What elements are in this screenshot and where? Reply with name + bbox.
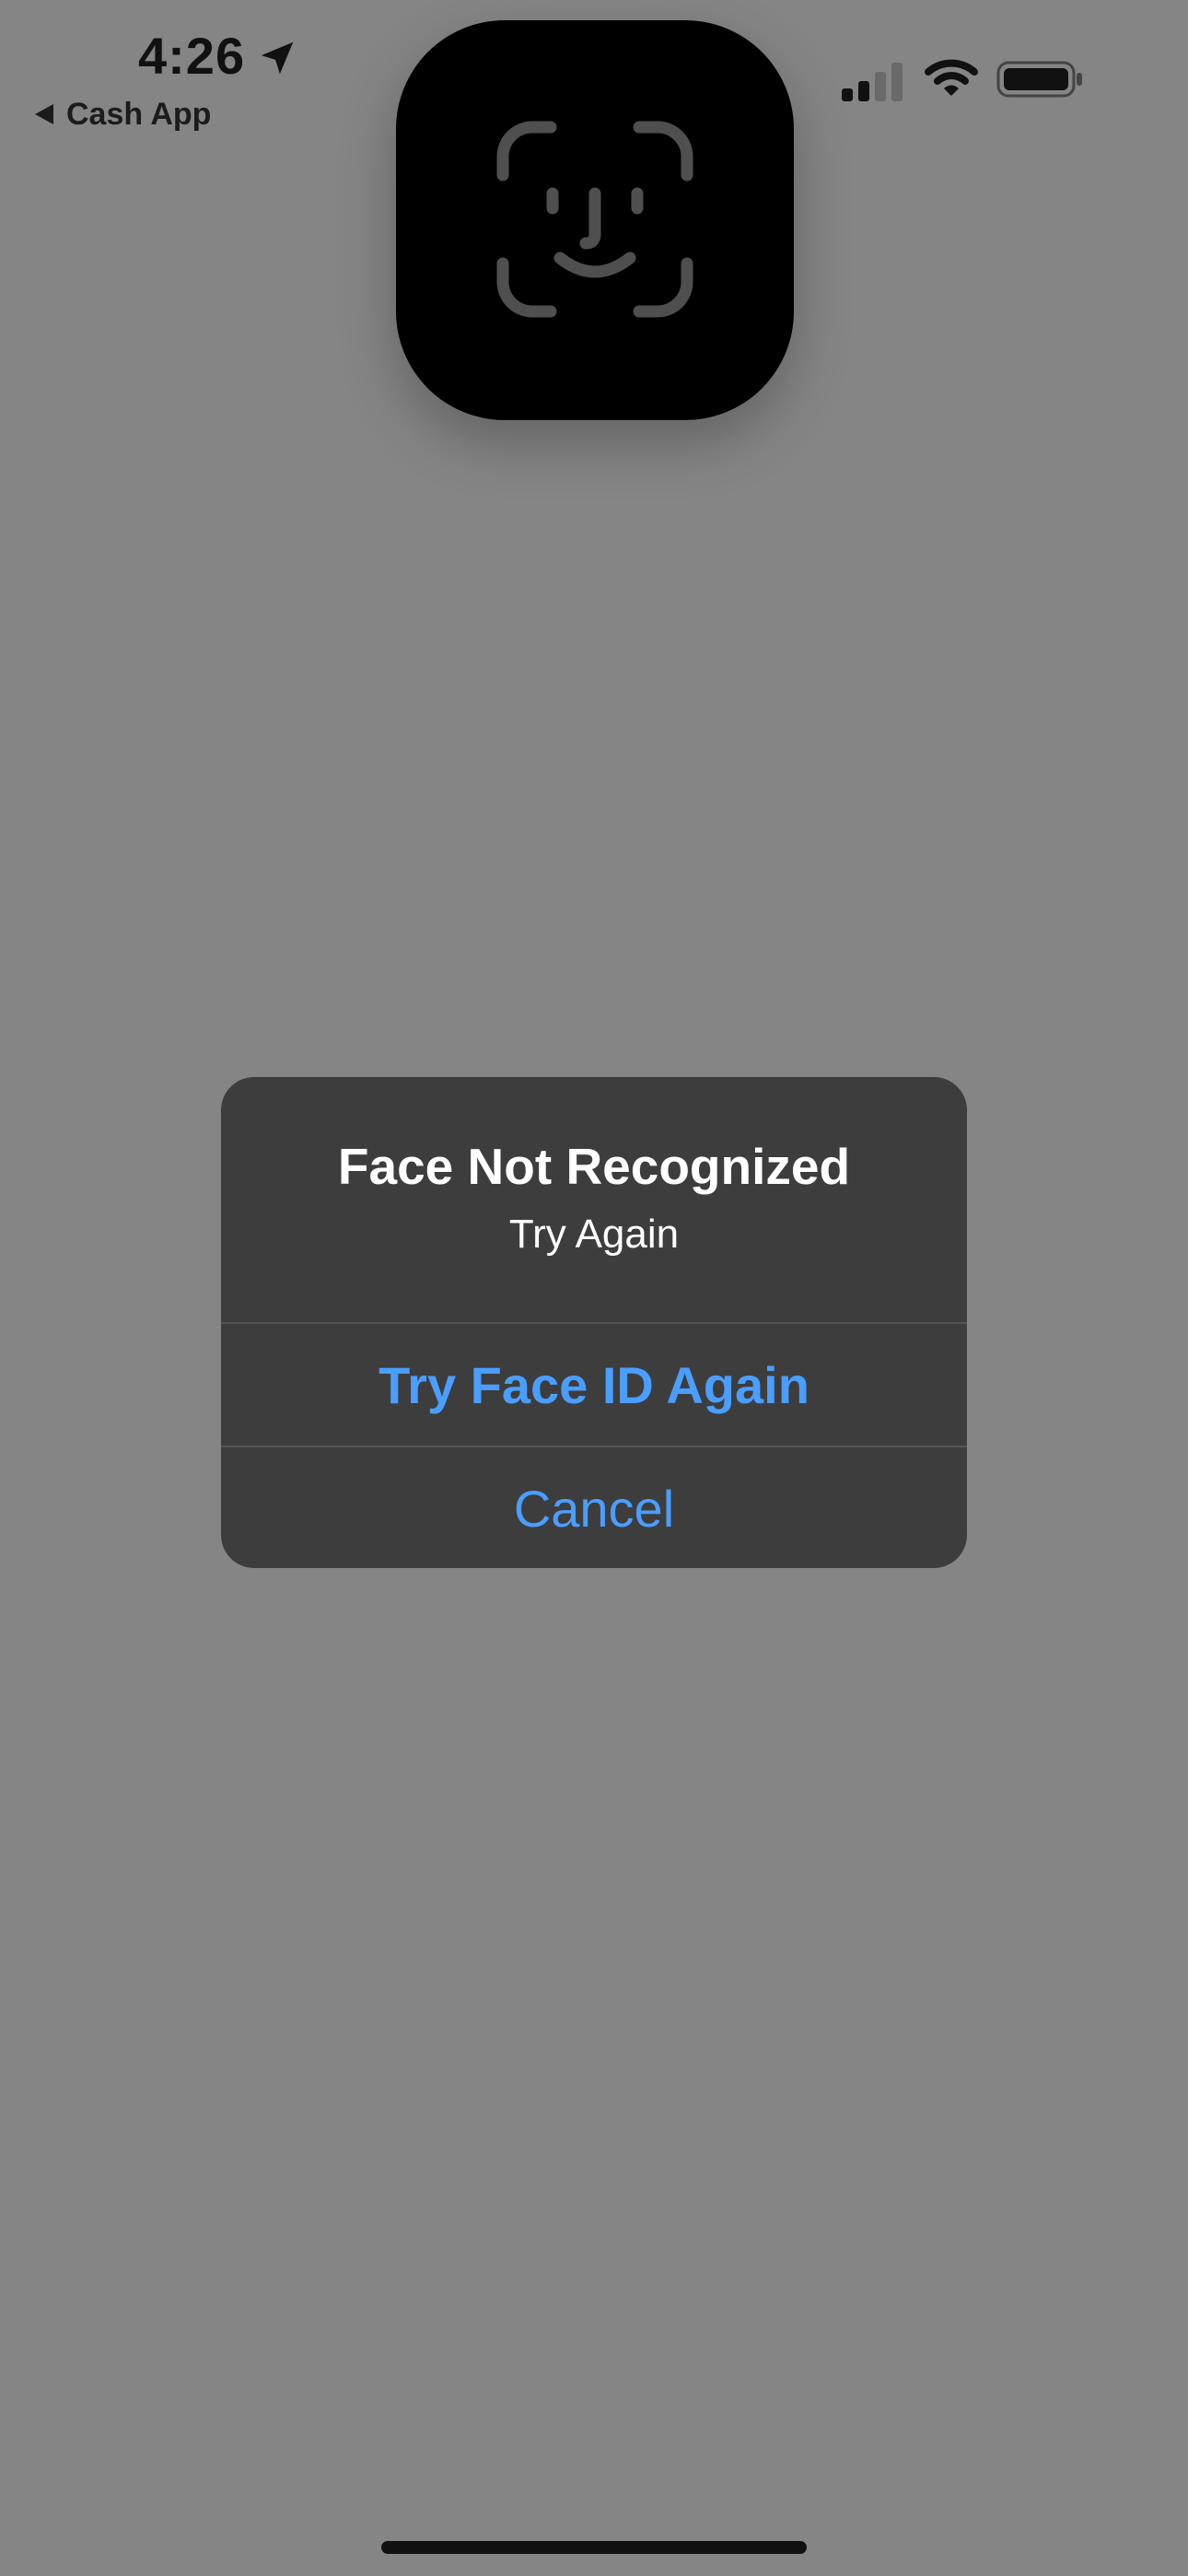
back-triangle-icon xyxy=(35,104,53,124)
cancel-button[interactable]: Cancel xyxy=(221,1447,967,1568)
face-id-icon xyxy=(496,121,693,318)
try-face-id-again-button[interactable]: Try Face ID Again xyxy=(221,1324,967,1446)
back-app-label: Cash App xyxy=(66,96,212,132)
home-indicator[interactable] xyxy=(381,2541,807,2554)
alert-title: Face Not Recognized xyxy=(337,1138,851,1195)
back-to-app-button[interactable]: Cash App xyxy=(35,96,211,133)
location-arrow-icon xyxy=(261,41,294,75)
face-id-alert-dialog: Face Not Recognized Try Again Try Face I… xyxy=(221,1077,967,1568)
wifi-icon xyxy=(925,59,978,96)
battery-icon xyxy=(996,61,1082,98)
status-time: 4:26 xyxy=(138,27,246,85)
cellular-signal-icon xyxy=(842,63,903,101)
alert-header: Face Not Recognized Try Again xyxy=(221,1077,967,1322)
alert-message: Try Again xyxy=(508,1212,680,1257)
face-id-hud xyxy=(396,20,794,420)
